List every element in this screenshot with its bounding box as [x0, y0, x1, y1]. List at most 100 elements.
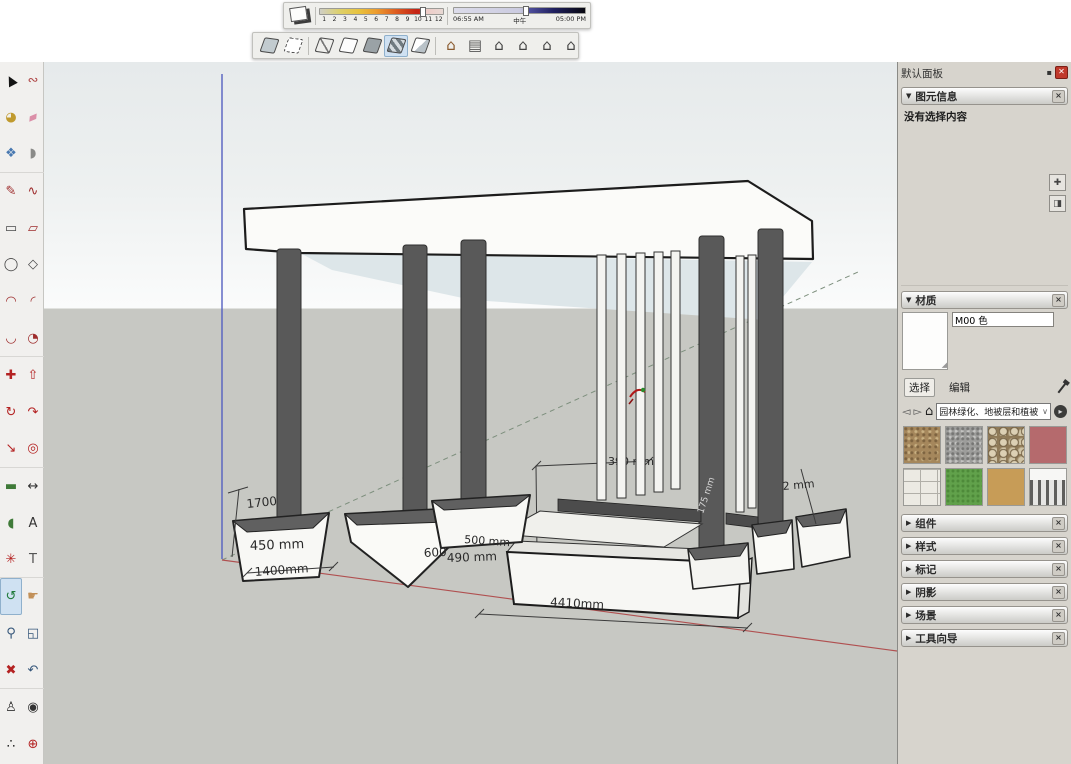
eraser-tool[interactable]: ▰	[22, 99, 44, 136]
scale-tool[interactable]: ↘	[0, 431, 22, 468]
material-swatch-fence[interactable]	[1029, 468, 1067, 506]
slat[interactable]	[636, 253, 645, 495]
paint-bucket-tool[interactable]: ◕	[0, 99, 22, 136]
collapse-arrow-icon[interactable]: ▼	[906, 92, 911, 100]
section-header-阴影[interactable]: ▶阴影×	[901, 583, 1068, 601]
pin-icon[interactable]: ▪	[1047, 68, 1052, 77]
resize-grip-icon[interactable]: ◢	[942, 361, 947, 369]
section-header-工具向导[interactable]: ▶工具向导×	[901, 629, 1068, 647]
zoom-extents-tool[interactable]: ✖	[0, 652, 22, 689]
material-swatch-grass[interactable]	[945, 468, 983, 506]
expand-arrow-icon[interactable]: ▶	[906, 519, 911, 527]
tab-edit[interactable]: 编辑	[945, 379, 974, 396]
walk-tool[interactable]: ∴	[0, 726, 22, 763]
back-edges-style-button[interactable]	[281, 35, 305, 57]
xray-style-button[interactable]	[257, 35, 281, 57]
section-close-button[interactable]: ×	[1052, 632, 1065, 645]
front-view-button[interactable]: ⌂	[487, 35, 511, 57]
date-slider-handle[interactable]	[420, 7, 426, 17]
expand-arrow-icon[interactable]: ▶	[906, 565, 911, 573]
back-view-button[interactable]: ⌂	[535, 35, 559, 57]
section-header-场景[interactable]: ▶场景×	[901, 606, 1068, 624]
pan-tool[interactable]: ☛	[22, 578, 44, 615]
section-close-button[interactable]: ×	[1052, 540, 1065, 553]
expand-arrow-icon[interactable]: ▶	[906, 634, 911, 642]
materials-header[interactable]: ▼ 材质 ×	[901, 291, 1068, 309]
offset-tool[interactable]: ◎	[22, 431, 44, 468]
forward-button[interactable]: ▻	[913, 406, 921, 417]
column[interactable]	[403, 245, 427, 517]
shadow-date-slider[interactable]: 123456789101112	[319, 8, 444, 23]
tape-measure-tool[interactable]: ▬	[0, 468, 22, 505]
lasso-select-tool[interactable]: ∾	[22, 62, 44, 99]
iso-view-button[interactable]: ⌂	[439, 35, 463, 57]
wireframe-style-button[interactable]	[312, 35, 336, 57]
model-viewport[interactable]: 390 mm	[44, 62, 897, 764]
dimension-tool[interactable]: ↔	[22, 468, 44, 505]
column[interactable]	[461, 240, 486, 506]
in-model-home-icon[interactable]: ⌂	[925, 405, 933, 418]
axes-tool[interactable]: ✳	[0, 542, 22, 579]
push-pull-tool[interactable]: ⇧	[22, 357, 44, 394]
material-swatch-gray-gravel[interactable]	[945, 426, 983, 464]
freehand-tool[interactable]: ∿	[22, 173, 44, 210]
materials-close-button[interactable]: ×	[1052, 294, 1065, 307]
section-header-标记[interactable]: ▶标记×	[901, 560, 1068, 578]
entity-info-close-button[interactable]: ×	[1052, 90, 1065, 103]
collections-dropdown[interactable]: 园林绿化、地被层和植被 ∨	[936, 403, 1051, 420]
shadow-time-slider[interactable]: 06:55 AM 中午 05:00 PM	[453, 7, 586, 25]
slat[interactable]	[654, 252, 663, 492]
make-component-tool[interactable]: ❖	[0, 136, 22, 173]
back-button[interactable]: ◅	[902, 406, 910, 417]
section-header-样式[interactable]: ▶样式×	[901, 537, 1068, 555]
pie-tool[interactable]: ◔	[22, 320, 44, 357]
line-tool[interactable]: ✎	[0, 173, 22, 210]
three-point-arc-tool[interactable]: ◡	[0, 320, 22, 357]
monochrome-style-button[interactable]	[408, 35, 432, 57]
polygon-tool[interactable]: ◇	[22, 246, 44, 283]
previous-view-tool[interactable]: ↶	[22, 652, 44, 689]
circle-tool[interactable]: ◯	[0, 246, 22, 283]
right-view-button[interactable]: ⌂	[511, 35, 535, 57]
zoom-tool[interactable]: ⚲	[0, 615, 22, 652]
slat[interactable]	[736, 256, 744, 512]
rotate-tool[interactable]: ↻	[0, 394, 22, 431]
column[interactable]	[277, 249, 301, 519]
orbit-tool[interactable]: ↺	[0, 578, 22, 615]
section-close-button[interactable]: ×	[1052, 563, 1065, 576]
expand-arrow-icon[interactable]: ▶	[906, 542, 911, 550]
rotated-rectangle-tool[interactable]: ▱	[22, 210, 44, 247]
material-name-input[interactable]	[952, 312, 1054, 327]
top-view-button[interactable]: ▤	[463, 35, 487, 57]
3d-text-tool[interactable]: T	[22, 542, 44, 579]
look-around-tool[interactable]: ◉	[22, 689, 44, 726]
section-plane-tool[interactable]: ⊕	[22, 726, 44, 763]
shaded-textures-style-button[interactable]	[384, 35, 408, 57]
slat[interactable]	[617, 254, 626, 498]
material-swatch-pebbles[interactable]	[987, 426, 1025, 464]
material-swatch-rose-color[interactable]	[1029, 426, 1067, 464]
position-camera-tool[interactable]: ♙	[0, 689, 22, 726]
move-tool[interactable]: ✚	[0, 357, 22, 394]
collapse-arrow-icon[interactable]: ▼	[906, 296, 911, 304]
follow-me-tool[interactable]: ↷	[22, 394, 44, 431]
protractor-tool[interactable]: ◖	[0, 505, 22, 542]
left-view-button[interactable]: ⌂	[559, 35, 583, 57]
sample-paint-icon[interactable]	[1058, 382, 1067, 393]
pergola-top-beam[interactable]	[244, 181, 813, 320]
entity-info-header[interactable]: ▼ 图元信息 ×	[901, 87, 1068, 105]
expand-arrow-icon[interactable]: ▶	[906, 611, 911, 619]
time-slider-handle[interactable]	[523, 6, 529, 16]
soften-edges-tool[interactable]: ◗	[22, 136, 44, 173]
toggle-shadows-icon[interactable]	[289, 6, 308, 22]
section-close-button[interactable]: ×	[1052, 609, 1065, 622]
tray-close-button[interactable]: ✕	[1055, 66, 1068, 79]
select-tool[interactable]: ▲	[0, 62, 22, 99]
column[interactable]	[758, 229, 783, 525]
text-tool[interactable]: A	[22, 505, 44, 542]
material-swatch-brown-gravel[interactable]	[903, 426, 941, 464]
two-point-arc-tool[interactable]: ◜	[22, 283, 44, 320]
create-material-button[interactable]: ✚	[1049, 174, 1066, 191]
tray-titlebar[interactable]: 默认面板 ▪ ✕	[901, 64, 1068, 82]
expand-arrow-icon[interactable]: ▶	[906, 588, 911, 596]
